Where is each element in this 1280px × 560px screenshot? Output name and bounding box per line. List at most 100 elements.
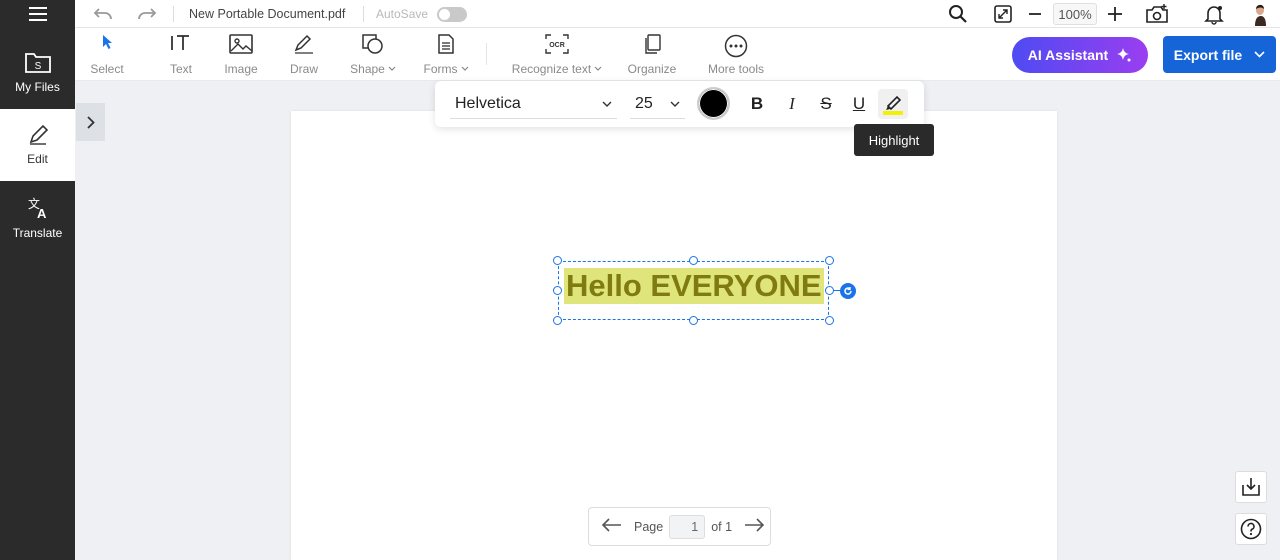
tool-select[interactable]: Select (88, 34, 126, 76)
resize-handle[interactable] (553, 286, 562, 295)
tool-draw[interactable]: Draw (287, 34, 321, 76)
folder-icon: S (24, 53, 51, 73)
hamburger-menu-icon[interactable] (0, 0, 75, 28)
zoom-level-input[interactable]: 100% (1053, 3, 1097, 25)
tool-shape[interactable]: Shape (347, 34, 399, 76)
resize-handle[interactable] (553, 256, 562, 265)
sidebar-item-label: My Files (15, 80, 60, 94)
download-icon (1242, 478, 1260, 496)
document-filename[interactable]: New Portable Document.pdf (189, 0, 345, 28)
ai-assistant-button[interactable]: AI Assistant (1012, 37, 1148, 73)
tool-text[interactable]: Text (168, 34, 194, 76)
sidebar-item-label: Edit (27, 152, 48, 166)
expand-panel-button[interactable] (76, 103, 105, 141)
italic-button[interactable]: I (780, 92, 804, 116)
top-bar: New Portable Document.pdf AutoSave 100% (75, 0, 1280, 28)
tool-more-tools[interactable]: More tools (706, 34, 766, 76)
tool-image[interactable]: Image (221, 34, 261, 76)
font-size-select[interactable]: 25 (630, 89, 685, 119)
chevron-down-icon (461, 66, 468, 71)
underline-button[interactable]: U (847, 92, 871, 116)
redo-icon[interactable] (135, 0, 157, 28)
text-selection-box[interactable] (558, 261, 829, 320)
avatar[interactable] (1250, 0, 1268, 28)
divider (173, 6, 174, 22)
resize-handle[interactable] (825, 316, 834, 325)
page-total: of 1 (711, 519, 733, 534)
tool-label: Organize (627, 62, 677, 76)
help-button[interactable] (1235, 513, 1267, 545)
tool-organize[interactable]: Organize (626, 34, 678, 76)
tool-recognize-text[interactable]: OCR Recognize text (508, 34, 606, 76)
resize-handle[interactable] (689, 316, 698, 325)
svg-text:OCR: OCR (549, 42, 565, 49)
help-icon (1240, 518, 1262, 540)
tool-forms[interactable]: Forms (421, 34, 471, 76)
previous-page-icon[interactable] (601, 518, 622, 535)
chevron-down-icon (1254, 51, 1265, 58)
download-button[interactable] (1235, 471, 1267, 503)
sidebar-item-my-files[interactable]: S My Files (0, 36, 75, 108)
resize-handle[interactable] (825, 256, 834, 265)
page-label: Page (634, 519, 664, 534)
pen-icon (294, 34, 313, 54)
chevron-down-icon (670, 101, 680, 107)
ocr-icon: OCR (545, 34, 569, 54)
tooltip: Highlight (854, 124, 934, 156)
pencil-icon (29, 124, 48, 145)
tool-label: Recognize text (511, 62, 592, 76)
page-number-input[interactable]: 1 (669, 514, 706, 539)
cursor-arrow-icon (103, 35, 112, 49)
export-label: Export file (1173, 46, 1243, 63)
rotate-icon[interactable] (840, 283, 856, 299)
zoom-out-icon[interactable] (1028, 0, 1042, 28)
forms-icon (438, 34, 454, 54)
bell-icon[interactable] (1203, 0, 1225, 28)
resize-handle[interactable] (689, 256, 698, 265)
organize-icon (645, 34, 661, 54)
ai-assistant-label: AI Assistant (1027, 47, 1109, 63)
bold-button[interactable]: B (745, 92, 769, 116)
tool-label: More tools (707, 62, 765, 76)
text-tool-icon (171, 35, 189, 50)
page-navigator: Page 1 of 1 (588, 507, 771, 546)
more-dots-icon (724, 34, 748, 58)
font-family-select[interactable]: Helvetica (450, 89, 617, 119)
tool-label: Image (224, 62, 258, 76)
next-page-icon[interactable] (744, 518, 765, 535)
sparkle-icon (1117, 48, 1131, 62)
undo-icon[interactable] (93, 0, 115, 28)
fit-page-icon[interactable] (993, 0, 1013, 28)
export-file-button[interactable]: Export file (1163, 36, 1276, 73)
tool-label: Select (90, 62, 124, 76)
translate-icon: 文A (28, 196, 47, 220)
tool-label: Shape (350, 62, 385, 76)
chevron-down-icon (602, 101, 612, 107)
image-icon (229, 34, 253, 54)
autosave-label: AutoSave (376, 7, 429, 21)
toolbar-divider (486, 43, 487, 65)
resize-handle[interactable] (553, 316, 562, 325)
tool-label: Draw (289, 62, 318, 76)
strikethrough-button[interactable]: S (814, 92, 838, 116)
chevron-down-icon (594, 66, 602, 71)
zoom-in-icon[interactable] (1107, 0, 1123, 28)
shape-icon (362, 34, 383, 54)
svg-text:A: A (37, 206, 47, 220)
tool-label: Text (169, 62, 192, 76)
search-icon[interactable] (948, 0, 968, 28)
text-color-swatch[interactable] (697, 87, 730, 120)
autosave-toggle[interactable] (437, 6, 467, 22)
text-format-bar: Helvetica 25 B I S U (435, 81, 924, 127)
document-page[interactable] (291, 111, 1057, 560)
screenshot-icon[interactable] (1145, 0, 1169, 28)
highlighter-icon (883, 95, 903, 115)
sidebar-item-edit[interactable]: Edit (0, 109, 75, 181)
chevron-down-icon (388, 66, 396, 71)
font-size-value: 25 (635, 94, 653, 112)
highlight-button[interactable] (878, 89, 908, 119)
font-family-value: Helvetica (455, 94, 521, 112)
tool-label: Forms (423, 62, 458, 76)
sidebar-item-translate[interactable]: 文A Translate (0, 182, 75, 254)
chevron-right-icon (86, 115, 95, 129)
